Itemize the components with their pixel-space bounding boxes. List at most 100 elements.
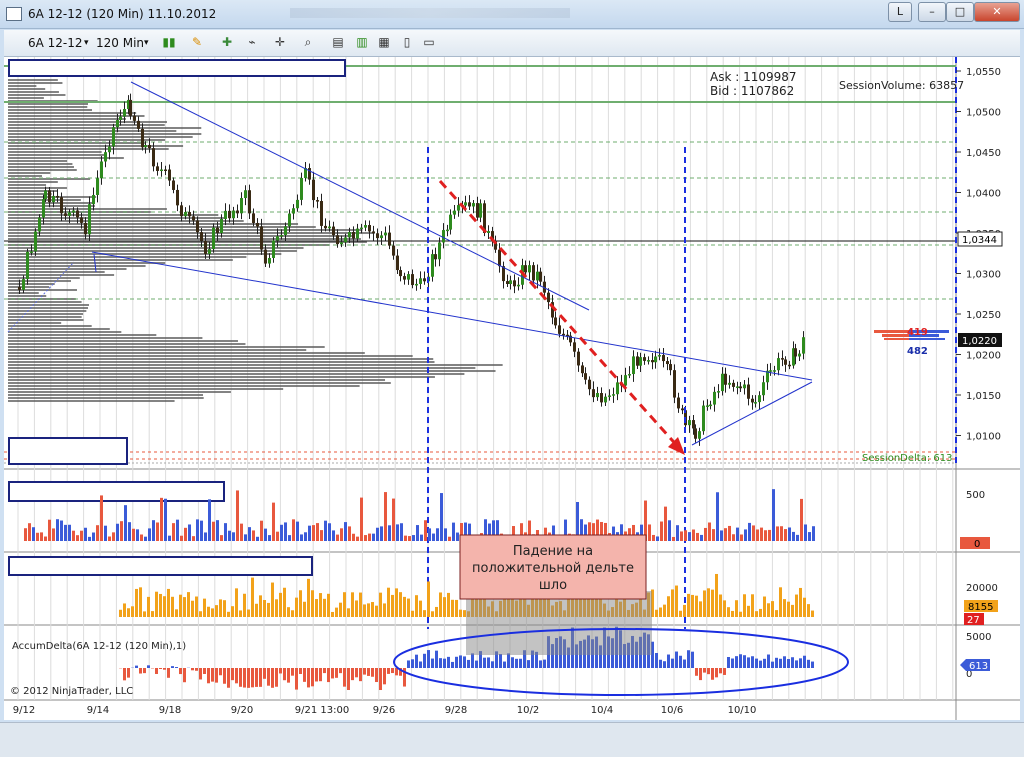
time-tick: 9/14 <box>87 705 109 716</box>
accum-bar <box>743 655 746 668</box>
window-linking-icon[interactable]: ▭ <box>421 35 437 50</box>
delta-bar <box>792 532 795 541</box>
candle <box>320 201 323 226</box>
accum-bar <box>791 657 794 668</box>
volume-bar <box>259 595 262 617</box>
candle <box>547 293 550 302</box>
delta-bar <box>144 537 147 541</box>
delta-bar <box>228 531 231 541</box>
delta-bar <box>720 530 723 541</box>
link-button[interactable]: L <box>888 2 912 22</box>
candle <box>702 406 705 432</box>
accum-bar <box>423 654 426 668</box>
volume-bar <box>743 594 746 617</box>
volume-bar <box>159 594 162 617</box>
volume-bar <box>411 611 414 617</box>
volume-bar <box>311 590 314 617</box>
candle <box>112 127 115 146</box>
bar-type-icon[interactable]: ▮▮ <box>161 35 177 50</box>
instrument-selector[interactable]: 6A 12-12 <box>28 36 83 50</box>
volume-bar <box>155 592 158 617</box>
delta-bar <box>320 530 323 541</box>
copyright-label: © 2012 NinjaTrader, LLC <box>10 686 133 697</box>
candle <box>316 200 319 202</box>
volume-bar <box>315 599 318 617</box>
accum-bar <box>123 668 126 680</box>
volume-bar <box>367 603 370 617</box>
interval-dropdown-icon[interactable]: ▾ <box>144 38 149 48</box>
accum-bar <box>315 668 318 681</box>
accum-bar <box>335 668 338 678</box>
delta-bar <box>96 525 99 541</box>
candle <box>26 252 29 279</box>
maximize-button[interactable]: □ <box>946 2 974 22</box>
accum-bar <box>147 665 150 668</box>
candle <box>256 223 259 227</box>
interval-selector[interactable]: 120 Min <box>96 36 144 50</box>
accum-bar <box>527 660 530 668</box>
candle <box>673 370 676 397</box>
candle <box>176 190 179 205</box>
strategy-icon[interactable]: ⌁ <box>244 35 260 50</box>
delta-bar <box>24 528 27 541</box>
accum-bar <box>667 655 670 668</box>
volume-bar <box>387 588 390 617</box>
price-axis[interactable]: 1,05501,05001,04501,04001,03501,03001,02… <box>956 67 1001 443</box>
profile-value-1: 419 <box>907 327 928 338</box>
accum-bar <box>287 668 290 683</box>
pencil-icon[interactable]: ✎ <box>189 35 205 50</box>
candle <box>108 146 111 152</box>
accum-bar <box>207 668 210 683</box>
time-axis[interactable]: 9/129/149/189/209/21 13:009/269/2810/210… <box>13 705 757 716</box>
candle <box>681 408 684 410</box>
volume-bar <box>455 600 458 617</box>
chart-canvas[interactable]: 1,05501,05001,04501,04001,03501,03001,02… <box>4 57 1020 720</box>
delta-bar <box>732 534 735 541</box>
accum-bar <box>231 668 234 680</box>
candle <box>348 232 351 237</box>
volume-bar <box>187 592 190 617</box>
accum-bar <box>139 668 142 674</box>
accum-bar <box>339 668 342 673</box>
template-icon[interactable]: ▯ <box>399 35 415 50</box>
candle <box>296 200 299 208</box>
candle <box>713 392 716 405</box>
delta-bar <box>248 527 251 541</box>
candle <box>798 354 801 357</box>
volume-bar <box>219 599 222 617</box>
accum-bar <box>327 668 330 682</box>
delta-bar <box>36 533 39 541</box>
candle <box>581 365 584 373</box>
properties-icon[interactable]: ▦ <box>376 35 392 50</box>
delta-bar <box>752 525 755 541</box>
candle <box>588 380 591 389</box>
delta-bar <box>812 526 815 541</box>
annotation-line-2: положительной дельте <box>472 561 634 576</box>
annotation-box[interactable]: Падение на положительной дельте шло <box>460 535 652 655</box>
delta-bar <box>328 523 331 541</box>
chart-area[interactable]: 1,05501,05001,04501,04001,03501,03001,02… <box>4 57 1020 720</box>
crosshair-icon[interactable]: ✛ <box>272 35 288 50</box>
accum-bar <box>543 660 546 668</box>
ninjatrader-chart-window: 6A 12-12 (120 Min) 11.10.2012 L – □ ✕ 6A… <box>0 0 1024 756</box>
delta-bar <box>100 495 103 541</box>
volume-bar <box>151 611 154 617</box>
candle <box>788 365 791 367</box>
chart-trader-icon[interactable]: ▥ <box>354 35 370 50</box>
candle <box>96 178 99 195</box>
delta-bar <box>288 535 291 541</box>
minimize-button[interactable]: – <box>918 2 946 22</box>
zoom-icon[interactable]: ⌕ <box>300 35 316 50</box>
accum-bar <box>143 668 146 673</box>
candle <box>324 226 327 228</box>
accum-bar <box>363 668 366 675</box>
price-panel-label-box <box>9 60 345 76</box>
time-tick: 10/4 <box>591 705 613 716</box>
instrument-dropdown-icon[interactable]: ▾ <box>84 38 89 48</box>
candle <box>539 272 542 282</box>
volume-bar <box>263 600 266 617</box>
close-button[interactable]: ✕ <box>974 2 1020 22</box>
candle <box>388 233 391 246</box>
data-box-icon[interactable]: ▤ <box>330 35 346 50</box>
add-indicator-icon[interactable]: ✚ <box>219 35 235 50</box>
